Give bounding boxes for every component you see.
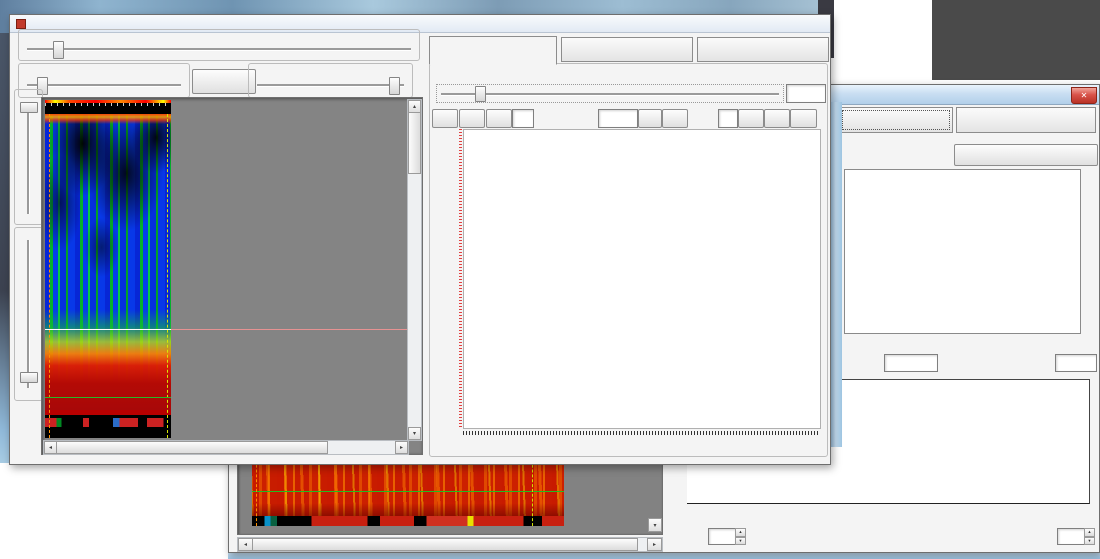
height-profile-window[interactable]: ▴ ▾ ◂ ▸ bbox=[9, 14, 831, 465]
heatmap-y-axis bbox=[45, 100, 85, 438]
right-value-field[interactable] bbox=[718, 109, 738, 128]
nudge-left-8us-button[interactable] bbox=[486, 109, 512, 128]
bottom-slider[interactable] bbox=[27, 240, 29, 388]
right-position-thumb[interactable] bbox=[389, 77, 400, 95]
heatmap-hscrollbar[interactable]: ◂ ▸ bbox=[43, 440, 409, 455]
export-csv-button[interactable] bbox=[192, 69, 256, 94]
back-vscroll-button[interactable]: ▾ bbox=[648, 518, 662, 532]
max2-field[interactable] bbox=[1057, 528, 1085, 545]
nudge-left-2us-button[interactable] bbox=[432, 109, 458, 128]
top-slider-group bbox=[14, 89, 43, 225]
back-hscrollbar[interactable]: ◂ ▸ bbox=[237, 537, 663, 552]
back-heatmap-bottom-strip bbox=[252, 516, 564, 526]
max-field[interactable] bbox=[884, 354, 938, 372]
analysis-slider-frame bbox=[436, 84, 784, 103]
tab-distribution[interactable] bbox=[839, 107, 953, 133]
zoom-slider[interactable] bbox=[27, 48, 411, 50]
profile-y-axis bbox=[438, 129, 460, 429]
avg-field[interactable] bbox=[1055, 354, 1097, 372]
left-value-field[interactable] bbox=[512, 109, 534, 128]
xaxis-minor-ticks bbox=[463, 431, 820, 435]
desktop: ✕ ▲▼ ▲▼ bbox=[0, 0, 1100, 559]
scroll-right-icon[interactable]: ▸ bbox=[395, 441, 408, 454]
heatmap-image[interactable] bbox=[45, 100, 171, 438]
spin-up-icon[interactable]: ▲ bbox=[1084, 528, 1095, 537]
bottom-slider-group bbox=[14, 227, 43, 401]
spin-down-icon[interactable]: ▼ bbox=[1084, 537, 1095, 546]
hist-intensity-ticks bbox=[687, 504, 1089, 512]
right-position-group bbox=[248, 63, 413, 98]
right-bound-line bbox=[167, 114, 168, 438]
nudge-left-6us-button[interactable] bbox=[459, 109, 485, 128]
top-slider[interactable] bbox=[27, 102, 29, 214]
bottom-slider-thumb[interactable] bbox=[20, 372, 38, 383]
left-bound-line bbox=[49, 114, 50, 438]
profile-cursor-line bbox=[45, 329, 171, 330]
dark-desktop-block bbox=[932, 0, 1100, 80]
tab-analysis[interactable] bbox=[697, 37, 829, 62]
right-position-slider[interactable] bbox=[257, 84, 404, 86]
nudge-right-2us-button[interactable] bbox=[790, 109, 817, 128]
scroll-thumb[interactable] bbox=[408, 112, 421, 174]
export-hist-dist-button[interactable] bbox=[954, 144, 1098, 166]
cursor-line-green bbox=[45, 397, 171, 398]
analysis-value-field[interactable] bbox=[786, 84, 826, 103]
analysis-slider[interactable] bbox=[441, 93, 779, 95]
profile-chart[interactable] bbox=[463, 129, 821, 429]
scroll-right-icon[interactable]: ▸ bbox=[647, 538, 662, 551]
tab-height-profile[interactable] bbox=[429, 36, 557, 65]
left-position-group bbox=[18, 63, 190, 98]
left-position-slider[interactable] bbox=[27, 84, 181, 86]
nudge-right-8us-button[interactable] bbox=[738, 109, 764, 128]
app-icon bbox=[16, 19, 26, 29]
profile-x-axis bbox=[463, 436, 820, 444]
scroll-thumb[interactable] bbox=[252, 538, 638, 551]
csv-export-button[interactable] bbox=[638, 109, 662, 128]
spin-down-icon[interactable]: ▼ bbox=[735, 537, 746, 546]
hist-lifetime-ticks bbox=[687, 512, 1089, 520]
tab-analysis[interactable] bbox=[956, 107, 1096, 133]
scroll-down-icon[interactable]: ▾ bbox=[408, 427, 421, 440]
scroll-thumb[interactable] bbox=[56, 441, 328, 454]
min-spinner[interactable]: ▲▼ bbox=[735, 528, 746, 545]
analysis-slider-thumb[interactable] bbox=[475, 86, 486, 102]
filename-field[interactable] bbox=[598, 109, 638, 128]
close-icon: ✕ bbox=[1081, 91, 1088, 100]
min-field[interactable] bbox=[708, 528, 736, 545]
profile-cursor-line-extension bbox=[171, 329, 407, 330]
heatmap-vscrollbar[interactable]: ▴ ▾ bbox=[407, 99, 422, 441]
distribution-chart bbox=[844, 169, 1081, 334]
spin-up-icon[interactable]: ▲ bbox=[735, 528, 746, 537]
tab-distribution[interactable] bbox=[561, 37, 693, 62]
heatmap-panel: ▴ ▾ ◂ ▸ bbox=[41, 97, 423, 455]
bmp-export-button[interactable] bbox=[662, 109, 688, 128]
zoom-slider-thumb[interactable] bbox=[53, 41, 64, 59]
nudge-right-6us-button[interactable] bbox=[764, 109, 790, 128]
zoom-group bbox=[18, 29, 420, 61]
cursor-line-green bbox=[252, 491, 564, 492]
max2-spinner[interactable]: ▲▼ bbox=[1084, 528, 1095, 545]
close-button[interactable]: ✕ bbox=[1071, 87, 1097, 104]
scroll-left-icon[interactable]: ◂ bbox=[238, 538, 253, 551]
left-window-sliver bbox=[0, 33, 9, 463]
top-slider-thumb[interactable] bbox=[20, 102, 38, 113]
